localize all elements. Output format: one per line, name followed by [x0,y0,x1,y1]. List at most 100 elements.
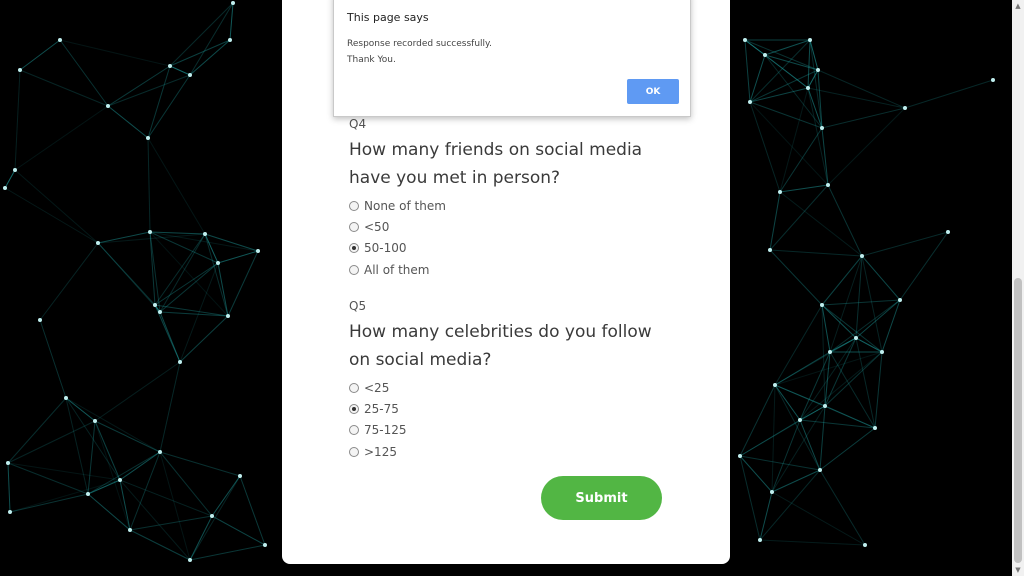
network-node [13,168,17,172]
network-line [147,137,151,233]
network-line [799,419,876,429]
network-line [899,231,949,301]
scroll-thumb[interactable] [1014,278,1022,563]
submit-button[interactable]: Submit [541,476,662,520]
network-node [873,426,877,430]
network-line [809,39,819,71]
network-line [159,451,213,517]
network-line [14,69,21,171]
radio-button[interactable] [349,221,359,232]
network-line [159,361,181,453]
network-node [820,126,824,130]
network-node [8,510,12,514]
scroll-down-arrow-icon[interactable]: ▼ [1012,564,1024,576]
network-node [148,230,152,234]
network-line [821,304,883,353]
network-node [256,249,260,253]
network-line [861,255,883,353]
option-all-of-them[interactable]: All of them [349,259,669,280]
option-75-125[interactable]: 75-125 [349,420,669,441]
dialog-title: This page says [347,11,429,24]
dialog-message: Response recorded successfully. Thank Yo… [347,36,492,68]
network-node [128,528,132,532]
option-gt-125[interactable]: >125 [349,441,669,462]
network-line [4,187,99,244]
network-line [179,315,229,363]
radio-button[interactable] [349,446,359,457]
network-line [149,231,219,264]
radio-button[interactable] [349,403,359,414]
ok-button[interactable]: OK [627,79,679,104]
network-line [7,397,67,464]
option-25-75[interactable]: 25-75 [349,398,669,419]
network-line [807,87,906,109]
options-list: None of them <50 50-100 All of them [349,195,669,280]
network-node [826,183,830,187]
vertical-scrollbar[interactable]: ▲ ▼ [1012,0,1024,576]
network-line [147,137,206,235]
network-line [779,87,809,193]
radio-button[interactable] [349,382,359,393]
network-node [58,38,62,42]
network-line [227,250,259,317]
network-line [799,419,821,471]
network-line [774,337,857,386]
network-node [38,318,42,322]
network-line [87,451,161,495]
radio-button[interactable] [349,425,359,436]
network-node [758,538,762,542]
network-line [769,249,863,257]
option-label: <25 [364,380,390,395]
network-node [828,350,832,354]
network-line [744,39,751,103]
network-line [759,539,866,546]
network-node [946,230,950,234]
network-line [14,169,99,244]
option-lt-50[interactable]: <50 [349,216,669,237]
network-node [738,454,742,458]
network-line [821,299,901,306]
network-line [771,384,776,493]
network-line [189,39,231,76]
network-line [769,184,829,251]
network-line [817,69,906,109]
network-line [9,493,89,513]
network-node [64,396,68,400]
network-node [226,314,230,318]
network-node [860,254,864,258]
network-line [819,469,866,546]
options-list: <25 25-75 75-125 >125 [349,377,669,462]
network-node [743,38,747,42]
network-line [87,420,96,495]
network-node [903,106,907,110]
network-node [773,383,777,387]
network-line [769,249,823,306]
network-line [821,107,906,129]
network-line [119,479,191,561]
network-node [96,241,100,245]
network-node [770,490,774,494]
network-node [863,543,867,547]
network-line [855,337,883,353]
network-node [798,418,802,422]
network-line [821,255,863,306]
network-line [771,491,866,546]
network-node [146,136,150,140]
alert-dialog: This page says Response recorded success… [333,0,691,117]
radio-button[interactable] [349,243,359,254]
radio-button[interactable] [349,264,359,275]
network-node [898,298,902,302]
network-line [154,233,206,306]
radio-button[interactable] [349,200,359,211]
scroll-up-arrow-icon[interactable]: ▲ [1012,0,1024,12]
network-line [204,233,259,252]
question-text: How many celebrities do you follow on so… [349,322,652,370]
network-line [824,351,883,407]
network-line [819,405,826,471]
option-lt-25[interactable]: <25 [349,377,669,398]
option-50-100[interactable]: 50-100 [349,238,669,259]
question-q5: Q5 How many celebrities do you follow on… [349,298,669,462]
option-none-of-them[interactable]: None of them [349,195,669,216]
network-node [93,419,97,423]
network-line [119,479,213,517]
